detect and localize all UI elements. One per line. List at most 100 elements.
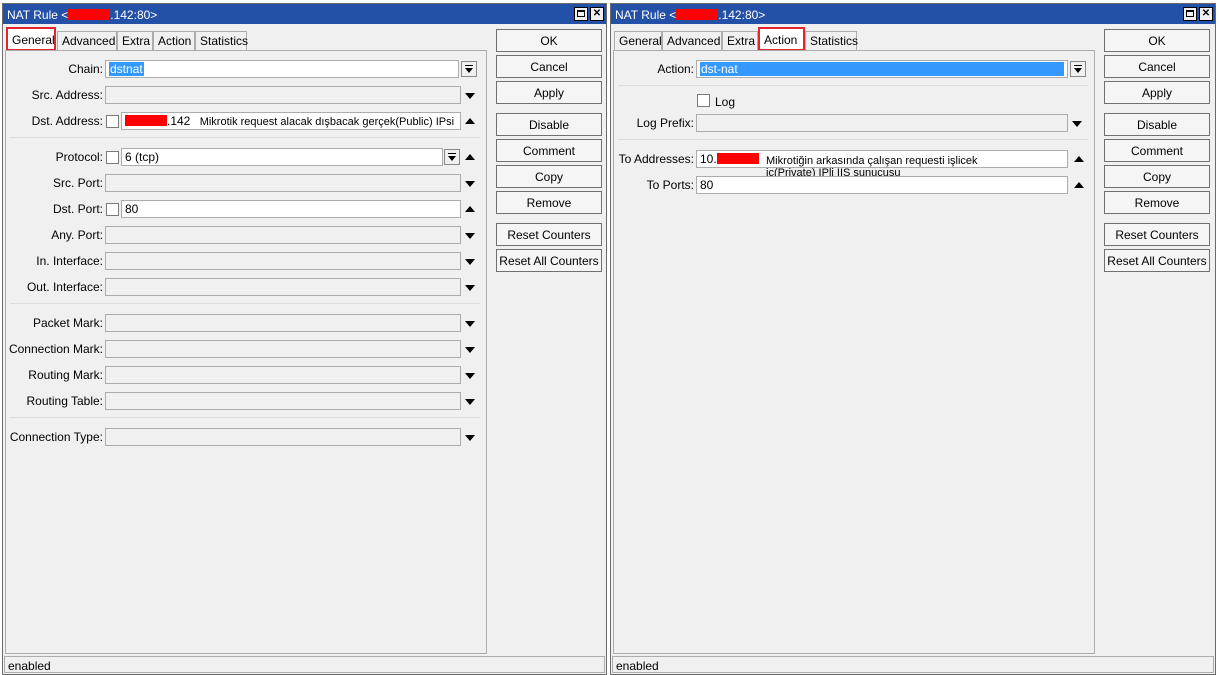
status-text: enabled	[616, 659, 659, 673]
reset-counters-button[interactable]: Reset Counters	[496, 223, 602, 246]
connection-type-label: Connection Type:	[9, 430, 103, 444]
connection-type-field[interactable]	[105, 428, 461, 446]
title-bar[interactable]: NAT Rule < .142:80> ✕	[3, 4, 606, 24]
reset-all-counters-button[interactable]: Reset All Counters	[496, 249, 602, 272]
any-port-field[interactable]	[105, 226, 461, 244]
chain-dropdown-button[interactable]	[461, 61, 477, 77]
remove-button[interactable]: Remove	[496, 191, 602, 214]
log-checkbox[interactable]	[697, 94, 710, 107]
divider	[10, 137, 480, 138]
packet-mark-field[interactable]	[105, 314, 461, 332]
close-icon[interactable]: ✕	[1199, 7, 1213, 21]
chevron-down-icon[interactable]	[465, 347, 475, 353]
divider	[10, 417, 480, 418]
chain-field[interactable]: dstnat	[105, 60, 459, 78]
cancel-button[interactable]: Cancel	[496, 55, 602, 78]
chevron-down-icon[interactable]	[1072, 121, 1082, 127]
protocol-invert-checkbox[interactable]	[106, 151, 119, 164]
to-ports-label: To Ports:	[646, 178, 694, 192]
remove-button[interactable]: Remove	[1104, 191, 1210, 214]
action-field[interactable]: dst-nat	[696, 60, 1068, 78]
window-title: NAT Rule < .142:80>	[7, 8, 158, 22]
to-ports-field[interactable]: 80	[696, 176, 1068, 194]
src-port-label: Src. Port:	[52, 176, 103, 190]
apply-button[interactable]: Apply	[496, 81, 602, 104]
tab-general[interactable]: General	[614, 31, 662, 50]
chevron-down-icon[interactable]	[465, 321, 475, 327]
chevron-down-icon[interactable]	[465, 399, 475, 405]
disable-button[interactable]: Disable	[496, 113, 602, 136]
tab-general[interactable]: General	[6, 27, 56, 51]
copy-button[interactable]: Copy	[496, 165, 602, 188]
chevron-up-icon[interactable]	[465, 118, 475, 124]
divider	[10, 303, 480, 304]
tab-action[interactable]: Action	[758, 27, 805, 51]
log-prefix-field[interactable]	[696, 114, 1068, 132]
maximize-icon[interactable]	[1183, 7, 1197, 21]
chevron-down-icon[interactable]	[465, 181, 475, 187]
chevron-down-icon[interactable]	[465, 93, 475, 99]
window-title: NAT Rule < .142:80>	[615, 8, 766, 22]
chevron-down-icon[interactable]	[465, 285, 475, 291]
tab-advanced[interactable]: Advanced	[662, 31, 722, 50]
connection-mark-field[interactable]	[105, 340, 461, 358]
status-bar: enabled	[612, 656, 1214, 673]
nat-rule-window-action: NAT Rule < .142:80> ✕ General Advanced Ex…	[610, 3, 1216, 675]
to-addresses-label: To Addresses:	[618, 152, 694, 166]
chevron-up-icon[interactable]	[1074, 156, 1084, 162]
disable-button[interactable]: Disable	[1104, 113, 1210, 136]
protocol-dropdown-button[interactable]	[444, 149, 460, 165]
comment-button[interactable]: Comment	[496, 139, 602, 162]
out-interface-label: Out. Interface:	[26, 280, 103, 294]
dst-address-field[interactable]: .142 Mikrotik request alacak dışbacak ge…	[121, 112, 461, 130]
src-address-field[interactable]	[105, 86, 461, 104]
routing-table-field[interactable]	[105, 392, 461, 410]
to-addresses-annotation-line1: Mikrotiğin arkasında çalışan requesti iş…	[766, 155, 978, 167]
title-bar[interactable]: NAT Rule < .142:80> ✕	[611, 4, 1215, 24]
divider	[618, 85, 1088, 86]
tab-statistics[interactable]: Statistics	[805, 31, 858, 50]
protocol-field[interactable]: 6 (tcp)	[121, 148, 443, 166]
tab-extra[interactable]: Extra	[117, 31, 153, 50]
dst-port-label: Dst. Port:	[52, 202, 103, 216]
dst-port-field[interactable]: 80	[121, 200, 461, 218]
cancel-button[interactable]: Cancel	[1104, 55, 1210, 78]
chevron-down-icon[interactable]	[465, 233, 475, 239]
reset-counters-button[interactable]: Reset Counters	[1104, 223, 1210, 246]
ok-button[interactable]: OK	[496, 29, 602, 52]
reset-all-counters-button[interactable]: Reset All Counters	[1104, 249, 1210, 272]
tab-statistics[interactable]: Statistics	[195, 31, 248, 50]
tab-advanced[interactable]: Advanced	[57, 31, 117, 50]
maximize-icon[interactable]	[574, 7, 588, 21]
chevron-up-icon[interactable]	[465, 206, 475, 212]
nat-rule-window-general: NAT Rule < .142:80> ✕ General Advanced Ex…	[2, 3, 607, 675]
chevron-down-icon[interactable]	[465, 435, 475, 441]
chain-label: Chain:	[68, 62, 103, 76]
chevron-up-icon[interactable]	[465, 154, 475, 160]
chevron-down-icon[interactable]	[465, 259, 475, 265]
dst-address-annotation: Mikrotik request alacak dışbacak gerçek(…	[199, 116, 455, 128]
copy-button[interactable]: Copy	[1104, 165, 1210, 188]
action-dropdown-button[interactable]	[1070, 61, 1086, 77]
packet-mark-label: Packet Mark:	[32, 316, 103, 330]
dst-port-invert-checkbox[interactable]	[106, 203, 119, 216]
chevron-up-icon[interactable]	[1074, 182, 1084, 188]
protocol-label: Protocol:	[55, 150, 103, 164]
dst-address-invert-checkbox[interactable]	[106, 115, 119, 128]
chevron-down-icon[interactable]	[465, 373, 475, 379]
tab-action[interactable]: Action	[153, 31, 195, 50]
apply-button[interactable]: Apply	[1104, 81, 1210, 104]
general-panel: Chain: dstnat Src. Address: Dst. Address…	[5, 50, 487, 654]
close-icon[interactable]: ✕	[590, 7, 604, 21]
src-port-field[interactable]	[105, 174, 461, 192]
action-label: Action:	[657, 62, 694, 76]
routing-mark-field[interactable]	[105, 366, 461, 384]
tab-extra[interactable]: Extra	[722, 31, 758, 50]
in-interface-label: In. Interface:	[36, 254, 103, 268]
out-interface-field[interactable]	[105, 278, 461, 296]
ok-button[interactable]: OK	[1104, 29, 1210, 52]
in-interface-field[interactable]	[105, 252, 461, 270]
comment-button[interactable]: Comment	[1104, 139, 1210, 162]
dst-address-label: Dst. Address:	[31, 114, 103, 128]
divider	[618, 139, 1088, 140]
